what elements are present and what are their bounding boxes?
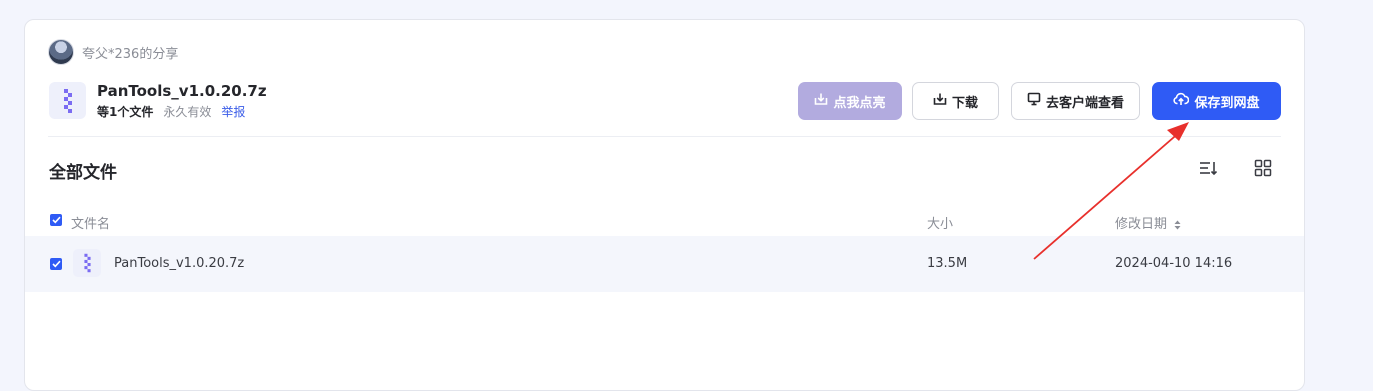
file-count: 等1个文件 (97, 105, 154, 119)
row-file-size: 13.5M (927, 256, 968, 271)
file-title: PanTools_v1.0.20.7z (97, 82, 267, 100)
sort-caret-icon (1174, 220, 1181, 229)
cloud-upload-icon (1173, 92, 1190, 110)
open-client-button[interactable]: 去客户端查看 (1011, 82, 1140, 120)
zip-file-icon (73, 249, 101, 277)
file-meta: PanTools_v1.0.20.7z 等1个文件 永久有效 举报 (97, 82, 267, 119)
row-modified-date: 2024-04-10 14:16 (1115, 256, 1233, 271)
monitor-icon (1027, 92, 1041, 110)
sort-list-icon[interactable] (1198, 158, 1218, 178)
report-link[interactable]: 举报 (221, 105, 245, 119)
download-icon (814, 92, 828, 110)
save-to-disk-label: 保存到网盘 (1194, 95, 1260, 111)
table-row[interactable]: PanTools_v1.0.20.7z 13.5M 2024-04-10 14:… (25, 236, 1304, 292)
highlight-label: 点我点亮 (833, 95, 886, 111)
table-header: 文件名 大小 修改日期 (25, 206, 1304, 236)
column-modified-label: 修改日期 (1115, 217, 1168, 232)
column-modified[interactable]: 修改日期 (1115, 213, 1181, 232)
column-size: 大小 (927, 217, 954, 232)
divider (48, 136, 1281, 137)
row-checkbox[interactable] (50, 258, 62, 270)
zip-file-icon (49, 82, 86, 119)
sharer-name: 夸父*236的分享 (82, 46, 179, 62)
section-title: 全部文件 (49, 163, 117, 183)
open-client-label: 去客户端查看 (1045, 95, 1124, 111)
download-icon (933, 92, 947, 110)
select-all-checkbox[interactable] (50, 214, 62, 226)
file-subinfo: 等1个文件 永久有效 举报 (97, 105, 267, 119)
sharer-info: 夸父*236的分享 (48, 39, 178, 65)
save-to-disk-button[interactable]: 保存到网盘 (1152, 82, 1281, 120)
avatar[interactable] (48, 39, 74, 65)
column-name: 文件名 (71, 217, 111, 232)
shared-file-header: PanTools_v1.0.20.7z 等1个文件 永久有效 举报 (49, 82, 267, 119)
row-file-name[interactable]: PanTools_v1.0.20.7z (114, 256, 244, 271)
highlight-button[interactable]: 点我点亮 (798, 82, 902, 120)
download-button[interactable]: 下载 (912, 82, 999, 120)
validity: 永久有效 (163, 105, 212, 119)
grid-view-icon[interactable] (1253, 158, 1273, 178)
download-label: 下载 (951, 95, 978, 111)
share-card: 夸父*236的分享 PanTools_v1.0.20.7z 等1个文件 永久有效… (24, 19, 1305, 391)
